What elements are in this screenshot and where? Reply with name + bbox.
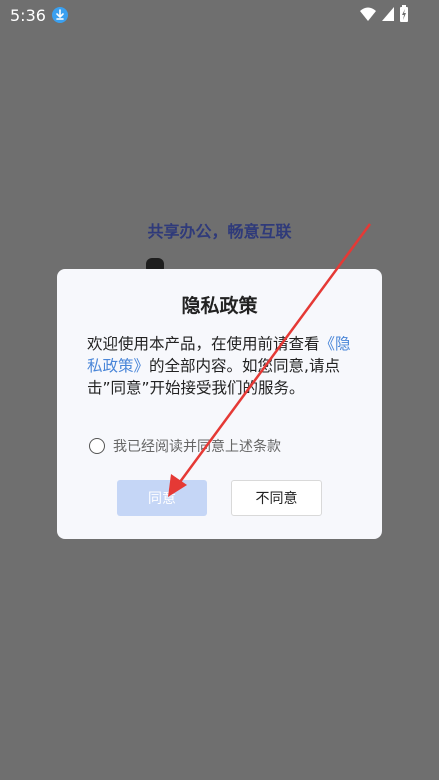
annotation-arrow (168, 223, 372, 497)
